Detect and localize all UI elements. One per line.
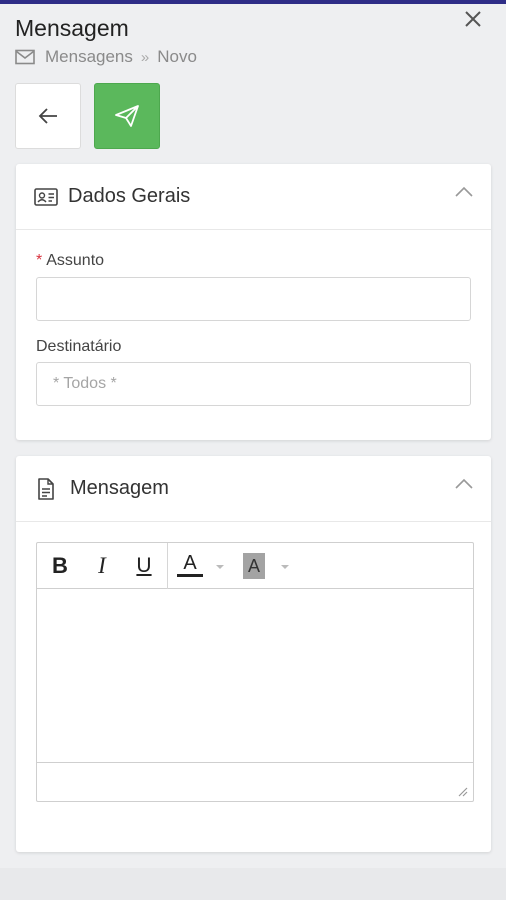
breadcrumb-root[interactable]: Mensagens bbox=[45, 47, 133, 67]
back-button[interactable] bbox=[15, 83, 81, 149]
underline-button[interactable]: U bbox=[133, 553, 155, 579]
toolbar-divider bbox=[167, 543, 168, 589]
resize-handle-icon[interactable] bbox=[456, 785, 468, 797]
panel-mensagem: Mensagem B I U A A bbox=[16, 456, 491, 852]
envelope-icon bbox=[15, 49, 35, 65]
rich-text-editor: B I U A A bbox=[36, 542, 474, 802]
page-title: Mensagem bbox=[15, 15, 129, 41]
panel-dados-gerais: Dados Gerais * Assunto Destinatário bbox=[16, 164, 491, 440]
panel-dados-gerais-title: Dados Gerais bbox=[68, 185, 191, 207]
background-color-button[interactable]: A bbox=[243, 553, 265, 579]
font-color-dropdown-icon[interactable] bbox=[215, 563, 225, 571]
chevron-up-icon[interactable] bbox=[455, 186, 473, 198]
panel-mensagem-title: Mensagem bbox=[70, 477, 169, 499]
italic-button[interactable]: I bbox=[91, 553, 113, 579]
close-icon bbox=[465, 11, 481, 27]
assunto-label: * Assunto bbox=[36, 252, 105, 269]
breadcrumb-current: Novo bbox=[157, 47, 197, 66]
required-marker: * bbox=[36, 252, 43, 269]
editor-statusbar bbox=[37, 763, 473, 801]
document-icon bbox=[38, 477, 54, 500]
chevron-up-icon[interactable] bbox=[455, 478, 473, 490]
panel-dados-gerais-header[interactable]: Dados Gerais bbox=[16, 164, 491, 230]
breadcrumb: Mensagens » Novo bbox=[15, 47, 197, 67]
action-toolbar bbox=[15, 83, 160, 149]
editor-toolbar: B I U A A bbox=[37, 543, 473, 589]
send-button[interactable] bbox=[94, 83, 160, 149]
breadcrumb-separator-icon: » bbox=[140, 48, 150, 66]
bold-button[interactable]: B bbox=[49, 553, 71, 579]
font-color-button[interactable]: A bbox=[177, 552, 203, 577]
top-accent-bar bbox=[0, 0, 506, 4]
background-color-dropdown-icon[interactable] bbox=[280, 563, 290, 571]
arrow-left-icon bbox=[38, 108, 57, 124]
id-card-icon bbox=[34, 187, 58, 206]
panel-mensagem-header[interactable]: Mensagem bbox=[16, 456, 491, 522]
destinatario-input[interactable] bbox=[36, 362, 471, 406]
assunto-input[interactable] bbox=[36, 277, 471, 321]
bottom-bar bbox=[0, 868, 506, 900]
destinatario-label: Destinatário bbox=[36, 338, 122, 355]
close-button[interactable] bbox=[462, 8, 484, 30]
paper-plane-icon bbox=[115, 105, 139, 127]
editor-content-area[interactable] bbox=[37, 589, 473, 763]
